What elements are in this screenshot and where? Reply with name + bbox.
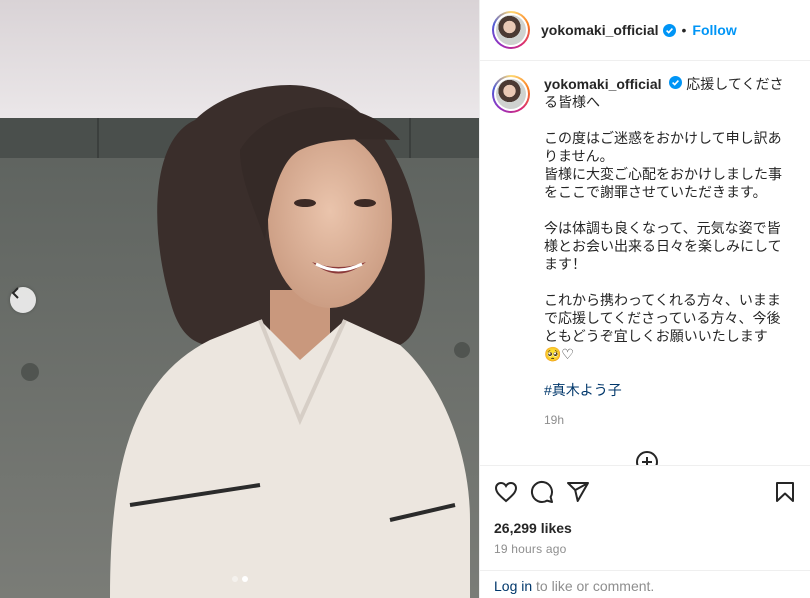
verified-badge-icon <box>669 76 683 89</box>
avatar[interactable] <box>492 75 530 113</box>
separator-dot: • <box>681 22 687 38</box>
post-photo[interactable] <box>0 0 479 598</box>
hashtag-link[interactable]: #真木よう子 <box>544 381 788 399</box>
action-icons <box>494 480 797 504</box>
carousel-dot-active <box>241 576 248 582</box>
avatar[interactable] <box>492 11 530 49</box>
comment-icon[interactable] <box>530 480 554 504</box>
login-prompt: Log in to like or comment. <box>480 570 810 598</box>
caption-body: yokomaki_official 応援してくださる皆様へ この度はご迷惑をおか… <box>544 75 788 429</box>
likes-count[interactable]: 26,299 likes <box>494 520 797 536</box>
caption-timestamp: 19h <box>544 413 565 427</box>
carousel-indicator <box>0 576 479 582</box>
plus-circle-icon[interactable] <box>635 450 659 465</box>
post-timestamp[interactable]: 19 hours ago <box>494 542 797 556</box>
login-link[interactable]: Log in <box>494 578 532 594</box>
previous-slide-button[interactable] <box>10 287 36 313</box>
comments-section: yokomaki_official 応援してくださる皆様へ この度はご迷惑をおか… <box>480 61 810 465</box>
caption-emoji: 🥺♡ <box>544 346 574 362</box>
verified-badge-icon <box>662 23 676 37</box>
bookmark-icon[interactable] <box>773 480 797 504</box>
carousel-dot <box>231 576 238 582</box>
post-header: yokomaki_official • Follow <box>480 0 810 61</box>
share-icon[interactable] <box>566 480 590 504</box>
login-prompt-text: to like or comment. <box>532 578 655 594</box>
heart-icon[interactable] <box>494 480 518 504</box>
follow-button[interactable]: Follow <box>692 22 736 38</box>
photo-illustration <box>0 0 479 598</box>
post-details-panel: yokomaki_official • Follow yokomaki_offi… <box>479 0 810 598</box>
chevron-left-icon <box>11 287 19 299</box>
caption-text: この度はご迷惑をおかけして申し訳ありません。 皆様に大変ご心配をおかけしました事… <box>544 130 782 344</box>
caption: yokomaki_official 応援してくださる皆様へ この度はご迷惑をおか… <box>480 61 810 429</box>
post-actions: 26,299 likes 19 hours ago <box>480 465 810 556</box>
caption-username-link[interactable]: yokomaki_official <box>544 76 662 92</box>
username-link[interactable]: yokomaki_official <box>541 22 659 38</box>
